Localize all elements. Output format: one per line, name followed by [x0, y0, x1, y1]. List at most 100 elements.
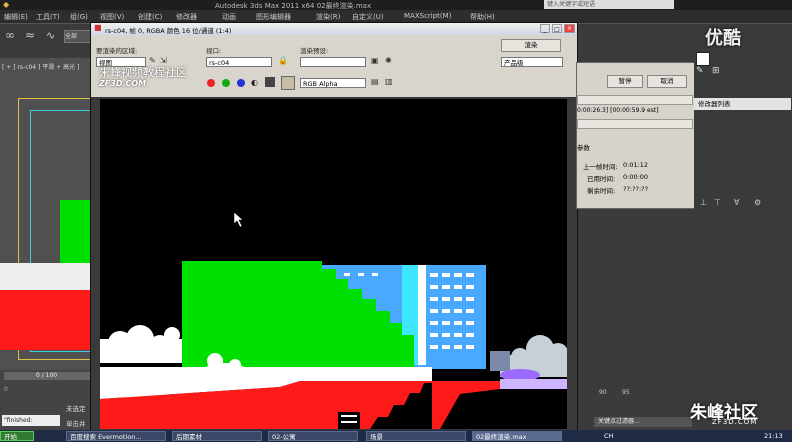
modifier-list-dropdown[interactable]: 修改器列表 [694, 98, 791, 110]
windows-taskbar: 开始 百度搜索 Evermotion... 后期素材 02-公寓 场景 02最终… [0, 430, 792, 442]
area-label: 要渲染的区域: [96, 47, 138, 55]
alpha-channel-toggle[interactable]: ◐ [251, 78, 258, 87]
link-icon[interactable]: ∞ [5, 28, 15, 42]
scene-red-ground [0, 290, 92, 350]
render-canvas[interactable] [100, 99, 567, 429]
viewport-label-text: 视口: [206, 47, 222, 55]
viewport-label[interactable]: [ + ] rs-c04 ] 平滑 + 高光 ] [2, 62, 79, 71]
viewport-dropdown[interactable]: rs-c04 [206, 57, 272, 67]
max-logo-icon[interactable]: ◆ [3, 0, 9, 9]
swatch-color[interactable] [281, 76, 295, 90]
black-sign [338, 412, 360, 429]
pause-button[interactable]: 暂停 [607, 75, 643, 88]
cancel-button[interactable]: 取消 [647, 75, 687, 88]
progress-bar-total [577, 95, 693, 105]
timeline-ruler: 0 [4, 386, 8, 393]
left-status-area: 0 / 100 0 "finished: 未选定 单击并 [0, 370, 92, 430]
menu-group[interactable]: 组(G) [70, 12, 88, 22]
language-indicator[interactable]: CH [604, 432, 613, 440]
panel-modify-icon[interactable]: ✎ [696, 66, 704, 76]
taskbar-item-folder2[interactable]: 02-公寓 [268, 431, 358, 441]
watermark-url: ZF3D.COM [99, 79, 147, 88]
taskbar-item-browser[interactable]: 百度搜索 Evermotion... [66, 431, 166, 441]
channel-dropdown[interactable]: RGB Alpha [300, 78, 366, 88]
lock-viewport-icon[interactable]: 🔒 [278, 56, 288, 65]
taskbar-item-max[interactable]: 02最终渲染.max [472, 431, 562, 441]
menu-modifiers[interactable]: 修改器 [176, 12, 197, 22]
app-title-bar: ◆ Autodesk 3ds Max 2011 x64 02最终渲染.max 键… [0, 0, 792, 10]
menu-edit[interactable]: 编辑(E) [4, 12, 28, 22]
left-viewport[interactable]: [ + ] rs-c04 ] 平滑 + 高光 ] [0, 58, 92, 380]
menu-help[interactable]: 帮助(H) [470, 12, 495, 22]
maximize-button[interactable]: □ [552, 24, 562, 33]
remaining-label: 剩余时间: [587, 187, 616, 195]
maxscript-listener[interactable]: "finished: [2, 415, 60, 426]
start-button[interactable]: 开始 [0, 431, 34, 441]
frame-window-controls: 要渲染的区域: 视图 ✎ ⇲ 视口: rs-c04 🔒 渲染预设: ▣ ✺ 渲染… [91, 35, 577, 97]
watermark-text: 朱峰视频教程社区 [99, 66, 187, 79]
mouse-cursor [233, 211, 244, 228]
status-selection: 未选定 [66, 405, 86, 413]
red-channel-toggle[interactable] [207, 79, 215, 87]
white-car [205, 363, 245, 375]
menu-customize[interactable]: 自定义(U) [352, 12, 384, 22]
params-section-label: 参数 [577, 144, 590, 152]
elapsed-label: 已用时间: [587, 175, 616, 183]
show-end-result-icon[interactable]: ⊤ [714, 198, 721, 207]
frame-window-titlebar[interactable]: ■ rs-c04, 帧 0, RGBA 颜色 16 位/通道 (1:4) _ □… [91, 23, 577, 35]
quality-dropdown[interactable]: 产品级 [501, 57, 563, 67]
configure-sets-icon[interactable]: ⚙ [754, 198, 761, 207]
menu-animation[interactable]: 动画 [222, 12, 236, 22]
rendered-frame-window: ■ rs-c04, 帧 0, RGBA 颜色 16 位/通道 (1:4) _ □… [90, 22, 578, 432]
render-setup-icon[interactable]: ▣ [371, 56, 379, 65]
purple-ground [500, 379, 567, 389]
taskbar-item-folder1[interactable]: 后期素材 [172, 431, 262, 441]
timeline-frame-90: 90 [599, 389, 607, 396]
selection-filter-dropdown[interactable]: 全部 [64, 30, 92, 43]
toggle-ui-icon[interactable]: ▥ [385, 77, 393, 86]
remove-modifier-icon[interactable]: ∀ [734, 198, 739, 207]
elapsed-value: 0:00:00 [623, 173, 649, 181]
close-button[interactable]: × [564, 24, 575, 33]
remaining-value: ??:??:?? [623, 185, 649, 193]
monochrome-toggle[interactable] [265, 77, 275, 87]
timeline-frame-95: 95 [622, 389, 630, 396]
green-channel-toggle[interactable] [222, 79, 230, 87]
time-readout: 0:00:26.3] [00:00:59.9 est] [577, 107, 659, 114]
time-slider-label: 0 / 100 [36, 372, 58, 379]
white-railing [348, 369, 428, 375]
minimize-button[interactable]: _ [540, 24, 550, 33]
main-toolbar: ∞ ≈ ∿ 全部 [0, 24, 95, 46]
menu-create[interactable]: 创建(C) [138, 12, 162, 22]
preset-dropdown[interactable] [300, 57, 366, 67]
frame-window-icon: ■ [94, 23, 102, 32]
toggle-ui-overlay-icon[interactable]: ▤ [371, 77, 379, 86]
red-ground-2 [432, 381, 500, 429]
unlink-icon[interactable]: ≈ [25, 28, 35, 42]
menu-tools[interactable]: 工具(T) [36, 12, 60, 22]
status-prompt: 单击并 [66, 420, 86, 428]
menu-view[interactable]: 视图(V) [100, 12, 124, 22]
building-white-strip [418, 265, 426, 365]
environment-icon[interactable]: ✺ [385, 56, 392, 65]
zf3d-watermark-url: ZF3D.COM [712, 418, 758, 426]
menu-graph-editors[interactable]: 图形编辑器 [256, 12, 291, 22]
search-input[interactable]: 键入关键字或短语 [544, 0, 674, 9]
render-button[interactable]: 渲染 [501, 39, 561, 52]
bind-spacewarp-icon[interactable]: ∿ [46, 29, 55, 42]
rendered-image [100, 211, 567, 429]
menu-rendering[interactable]: 渲染(R) [316, 12, 340, 22]
youku-watermark: 优酷 [705, 28, 741, 49]
progress-bar-pass [577, 119, 693, 129]
key-filters-button[interactable]: 关键点过滤器... [594, 417, 692, 427]
pin-stack-icon[interactable]: ⊥ [700, 198, 707, 207]
blue-channel-toggle[interactable] [237, 79, 245, 87]
panel-create-icon[interactable] [696, 52, 710, 66]
menu-maxscript[interactable]: MAXScript(M) [404, 12, 451, 20]
command-panel: ✎ ⊞ 修改器列表 ⊥ ⊤ ∀ ⚙ 95 90 关键点过滤器... [594, 52, 792, 427]
taskbar-item-folder3[interactable]: 场景 [366, 431, 466, 441]
render-progress-dialog: 暂停 取消 0:00:26.3] [00:00:59.9 est] 参数 上一帧… [576, 62, 696, 209]
last-frame-label: 上一帧时间: [583, 163, 618, 171]
system-clock[interactable]: 21:13 [764, 432, 783, 440]
panel-hierarchy-icon[interactable]: ⊞ [712, 66, 720, 76]
